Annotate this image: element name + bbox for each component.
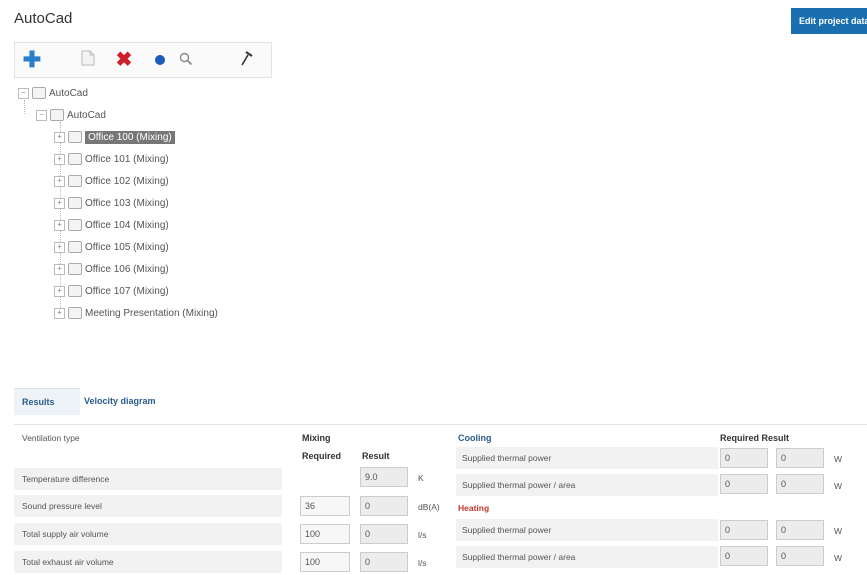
- expand-icon[interactable]: +: [54, 263, 65, 275]
- expand-icon[interactable]: +: [54, 197, 65, 209]
- results-panel: Ventilation type Mixing Required Result …: [14, 424, 867, 575]
- page-title: AutoCad: [14, 10, 73, 27]
- tree-node-label: Office 105 (Mixing): [85, 242, 169, 253]
- unit-label: W: [834, 553, 843, 563]
- required-field[interactable]: 36: [300, 496, 350, 516]
- row-label: Supplied thermal power: [462, 453, 552, 463]
- row-label: Temperature difference: [22, 474, 110, 484]
- required-field[interactable]: 100: [300, 524, 350, 544]
- delete-icon[interactable]: ✖: [113, 49, 135, 71]
- tree-node-room[interactable]: + Office 102 (Mixing): [54, 174, 169, 190]
- required-field: 0: [720, 520, 768, 540]
- room-icon: [68, 307, 82, 320]
- tree-node-room[interactable]: + Office 100 (Mixing): [54, 130, 175, 146]
- expand-icon[interactable]: +: [54, 175, 65, 187]
- result-field: 0: [776, 474, 824, 494]
- expand-icon[interactable]: +: [54, 219, 65, 231]
- tree-node-room[interactable]: + Office 101 (Mixing): [54, 152, 169, 168]
- tab-velocity-diagram[interactable]: Velocity diagram: [76, 388, 192, 414]
- tree-node-label: Office 102 (Mixing): [85, 176, 169, 187]
- add-icon[interactable]: ✚: [21, 49, 43, 71]
- room-icon: [68, 263, 82, 276]
- required-field[interactable]: 100: [300, 552, 350, 572]
- required-field: 0: [720, 474, 768, 494]
- tree-node-label: Office 101 (Mixing): [85, 154, 169, 165]
- room-icon: [68, 197, 82, 210]
- result-field: 0: [360, 552, 408, 572]
- expand-icon[interactable]: +: [54, 307, 65, 319]
- tree-node-label: Office 103 (Mixing): [85, 198, 169, 209]
- tree-node-label: Office 107 (Mixing): [85, 286, 169, 297]
- tree-node-room[interactable]: + Office 107 (Mixing): [54, 284, 169, 300]
- collapse-icon[interactable]: −: [18, 87, 29, 99]
- heating-label: Heating: [458, 503, 490, 513]
- tree-node-project[interactable]: − AutoCad: [36, 108, 106, 124]
- expand-icon[interactable]: +: [54, 241, 65, 253]
- row-label: Supplied thermal power / area: [462, 552, 576, 562]
- tree-node-room[interactable]: + Office 105 (Mixing): [54, 240, 169, 256]
- search-icon[interactable]: [175, 49, 197, 71]
- tree-node-label: AutoCad: [67, 110, 106, 121]
- room-icon: [68, 153, 82, 166]
- expand-icon[interactable]: +: [54, 153, 65, 165]
- project-icon: [50, 109, 64, 122]
- unit-label: l/s: [418, 530, 427, 540]
- result-header: Result: [362, 451, 390, 461]
- dot-icon[interactable]: [149, 49, 171, 71]
- pin-icon[interactable]: [235, 49, 257, 71]
- tree-node-label: AutoCad: [49, 88, 88, 99]
- unit-label: W: [834, 526, 843, 536]
- result-field: 0: [776, 448, 824, 468]
- edit-project-data-button[interactable]: Edit project data: [791, 8, 867, 34]
- project-icon: [32, 87, 46, 100]
- unit-label: l/s: [418, 558, 427, 568]
- tree-node-label: Office 106 (Mixing): [85, 264, 169, 275]
- toolbar: ✚ ✖: [14, 42, 272, 78]
- result-field: 9.0: [360, 467, 408, 487]
- result-field: 0: [360, 496, 408, 516]
- required-result-header: Required Result: [720, 433, 790, 443]
- room-icon: [68, 285, 82, 298]
- tab-results[interactable]: Results: [14, 388, 80, 415]
- unit-label: W: [834, 454, 843, 464]
- required-header: Required: [302, 451, 342, 461]
- room-icon: [68, 219, 82, 232]
- ventilation-type-label: Ventilation type: [22, 433, 80, 443]
- result-field: 0: [776, 520, 824, 540]
- result-field: 0: [776, 546, 824, 566]
- unit-label: dB(A): [418, 502, 440, 512]
- row-label: Sound pressure level: [22, 501, 102, 511]
- tree-node-label: Office 104 (Mixing): [85, 220, 169, 231]
- room-icon: [68, 175, 82, 188]
- required-field: 0: [720, 448, 768, 468]
- tree-node-room[interactable]: + Office 103 (Mixing): [54, 196, 169, 212]
- tree-node-room[interactable]: + Meeting Presentation (Mixing): [54, 306, 218, 322]
- required-field: 0: [720, 546, 768, 566]
- tree-node-label: Meeting Presentation (Mixing): [85, 308, 218, 319]
- row-label: Supplied thermal power / area: [462, 480, 576, 490]
- tree-node-room[interactable]: + Office 106 (Mixing): [54, 262, 169, 278]
- unit-label: K: [418, 473, 424, 483]
- cooling-label: Cooling: [458, 433, 492, 443]
- row-label: Total supply air volume: [22, 529, 109, 539]
- row-label: Supplied thermal power: [462, 525, 552, 535]
- expand-icon[interactable]: +: [54, 131, 65, 143]
- row-label: Total exhaust air volume: [22, 557, 114, 567]
- tree-node-root[interactable]: − AutoCad: [18, 86, 88, 102]
- tree-node-label: Office 100 (Mixing): [85, 131, 175, 144]
- result-field: 0: [360, 524, 408, 544]
- document-icon[interactable]: [77, 49, 99, 71]
- mixing-label: Mixing: [302, 433, 331, 443]
- room-icon: [68, 241, 82, 254]
- unit-label: W: [834, 481, 843, 491]
- collapse-icon[interactable]: −: [36, 109, 47, 121]
- tree-node-room[interactable]: + Office 104 (Mixing): [54, 218, 169, 234]
- expand-icon[interactable]: +: [54, 285, 65, 297]
- room-icon: [68, 131, 82, 144]
